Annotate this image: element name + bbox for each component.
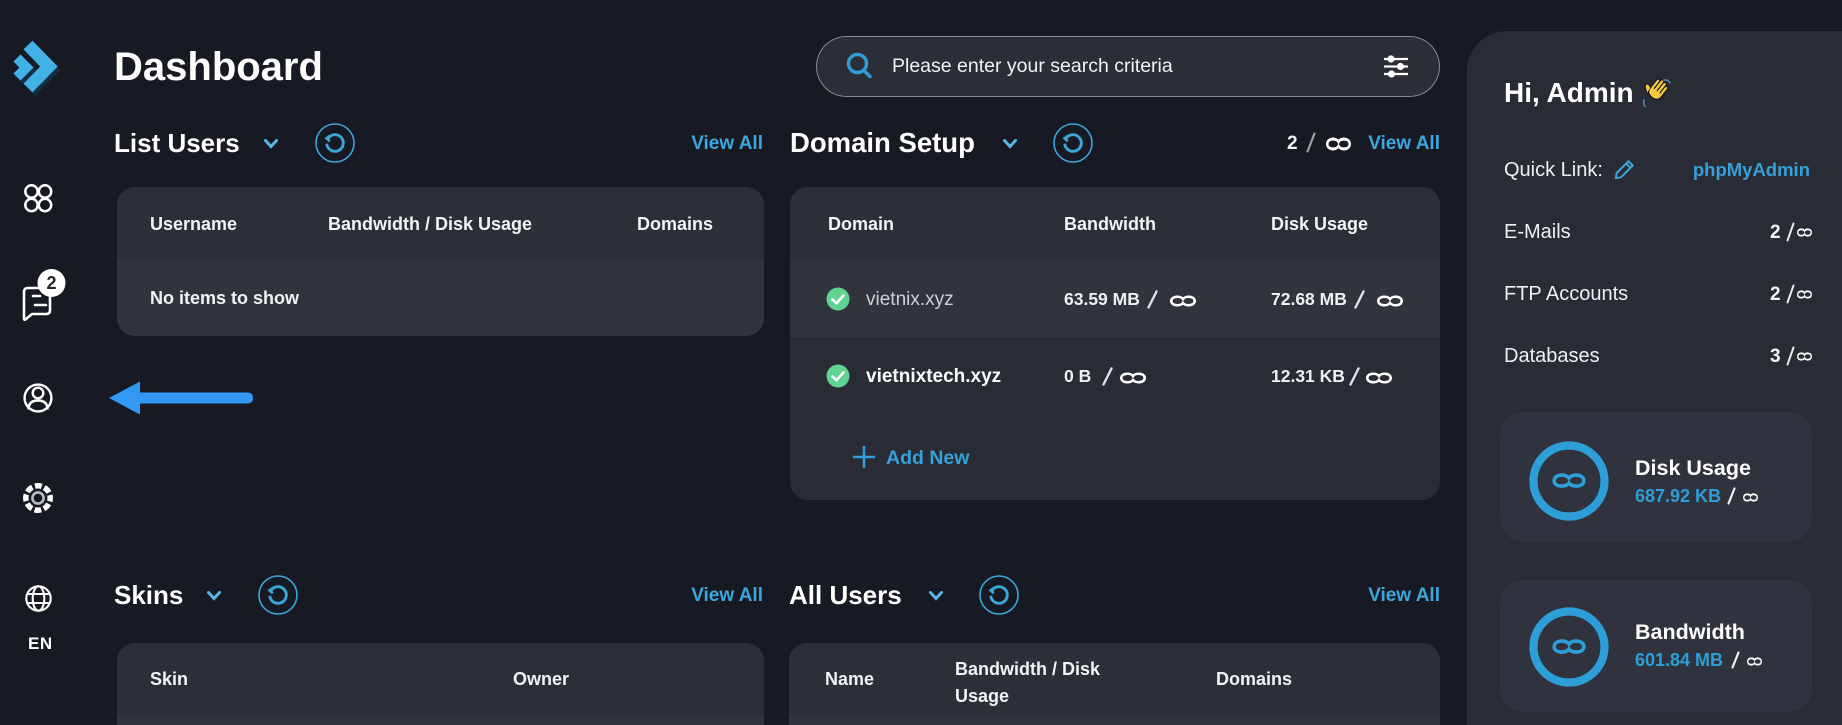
svg-text:2: 2 (46, 273, 56, 293)
